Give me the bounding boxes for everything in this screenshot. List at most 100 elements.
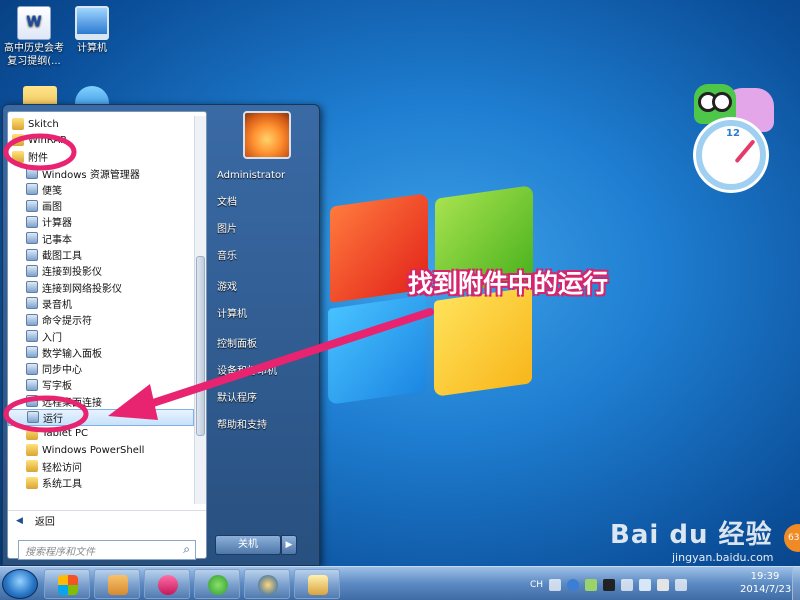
shutdown-options-button[interactable]: ▶ bbox=[281, 535, 297, 555]
program-item[interactable]: 记事本 bbox=[8, 230, 194, 246]
program-label: 运行 bbox=[43, 414, 63, 425]
start-menu-right-pane: Administrator 文档 图片 音乐 游戏 计算机 控制面板 设备和打印… bbox=[209, 105, 319, 565]
program-item[interactable]: 命令提示符 bbox=[8, 312, 194, 328]
program-icon bbox=[26, 297, 38, 310]
taskbar-button-contacts[interactable] bbox=[94, 569, 140, 599]
program-item[interactable]: 连接到投影仪 bbox=[8, 263, 194, 279]
menu-item-user[interactable]: Administrator bbox=[213, 165, 317, 187]
clock-gadget[interactable]: 12 bbox=[686, 84, 790, 190]
program-item[interactable]: Windows PowerShell bbox=[8, 442, 194, 458]
network-icon[interactable] bbox=[621, 579, 634, 591]
program-label: 连接到网络投影仪 bbox=[42, 283, 122, 295]
menu-item-documents[interactable]: 文档 bbox=[213, 192, 317, 214]
program-item[interactable]: 写字板 bbox=[8, 377, 194, 393]
folder-icon bbox=[26, 427, 38, 440]
menu-item-pictures[interactable]: 图片 bbox=[213, 219, 317, 241]
program-item[interactable]: 附件 bbox=[8, 149, 194, 165]
taskbar-button-ie[interactable] bbox=[194, 569, 240, 599]
show-desktop-button[interactable] bbox=[792, 567, 800, 600]
search-icon: ⌕ bbox=[183, 542, 190, 556]
program-item[interactable]: 连接到网络投影仪 bbox=[8, 279, 194, 295]
back-button[interactable]: ◀ 返回 bbox=[8, 510, 206, 530]
taskbar-button-explorer[interactable] bbox=[294, 569, 340, 599]
back-arrow-icon: ◀ bbox=[16, 515, 23, 526]
display-icon[interactable] bbox=[675, 579, 688, 591]
program-label: 入门 bbox=[42, 332, 62, 344]
windows-icon bbox=[58, 575, 78, 595]
volume-icon[interactable] bbox=[639, 579, 652, 591]
programs-scrollbar[interactable] bbox=[194, 116, 206, 504]
contacts-icon bbox=[108, 575, 128, 595]
program-item[interactable]: 入门 bbox=[8, 328, 194, 344]
menu-item-help-support[interactable]: 帮助和支持 bbox=[213, 415, 317, 437]
program-item[interactable]: 录音机 bbox=[8, 295, 194, 311]
program-item[interactable]: WinRAR bbox=[8, 132, 194, 148]
program-item[interactable]: 轻松访问 bbox=[8, 458, 194, 474]
menu-item-control-panel[interactable]: 控制面板 bbox=[213, 334, 317, 356]
program-label: 画图 bbox=[42, 202, 62, 214]
program-label: 附件 bbox=[28, 153, 48, 165]
security-icon[interactable] bbox=[585, 579, 598, 591]
taskbar-clock[interactable]: 19:39 2014/7/23 bbox=[740, 570, 791, 596]
taskbar-button-media-player[interactable] bbox=[244, 569, 290, 599]
menu-item-music[interactable]: 音乐 bbox=[213, 246, 317, 268]
clock-hand bbox=[734, 139, 756, 164]
desktop-icon-label: 计算机 bbox=[77, 43, 107, 54]
menu-item-games[interactable]: 游戏 bbox=[213, 277, 317, 299]
notification-badge: 63 bbox=[784, 524, 800, 552]
program-item[interactable]: 远程桌面连接 bbox=[8, 393, 194, 409]
help-icon[interactable] bbox=[567, 579, 580, 591]
program-icon bbox=[27, 411, 39, 424]
program-label: Skitch bbox=[28, 118, 59, 130]
program-label: 同步中心 bbox=[42, 365, 82, 377]
computer-icon bbox=[75, 6, 109, 40]
program-item[interactable]: Tablet PC bbox=[8, 426, 194, 442]
menu-item-default-programs[interactable]: 默认程序 bbox=[213, 388, 317, 410]
program-item[interactable]: 画图 bbox=[8, 197, 194, 213]
word-document-icon bbox=[17, 6, 51, 40]
clock-face: 12 bbox=[696, 120, 766, 190]
keyboard-icon[interactable] bbox=[549, 579, 562, 591]
taskbar-button-heart[interactable] bbox=[144, 569, 190, 599]
program-icon bbox=[26, 313, 38, 326]
program-label: 轻松访问 bbox=[42, 462, 82, 474]
watermark-url: jingyan.baidu.com bbox=[672, 551, 774, 564]
program-item[interactable]: 系统工具 bbox=[8, 475, 194, 491]
all-programs-list: Skitch WinRAR 附件 Windows 资源管理器 便笺画图 计算器 记事本 截图工… bbox=[8, 116, 194, 504]
program-item[interactable]: Windows 资源管理器 bbox=[8, 165, 194, 181]
program-icon bbox=[26, 378, 38, 391]
program-item[interactable]: 截图工具 bbox=[8, 246, 194, 262]
start-button[interactable] bbox=[2, 569, 38, 599]
program-label: 写字板 bbox=[42, 381, 72, 393]
scrollbar-thumb[interactable] bbox=[196, 256, 205, 436]
explorer-icon bbox=[308, 575, 328, 595]
heart-icon bbox=[158, 575, 178, 595]
program-label: 连接到投影仪 bbox=[42, 267, 102, 279]
desktop-icon-computer[interactable]: 计算机 bbox=[58, 6, 126, 55]
program-item[interactable]: 计算器 bbox=[8, 214, 194, 230]
program-icon bbox=[26, 330, 38, 342]
search-input[interactable]: 搜索程序和文件 ⌕ bbox=[18, 540, 196, 560]
program-label: 命令提示符 bbox=[42, 316, 92, 328]
program-label: 便笺 bbox=[42, 185, 62, 197]
clock-time: 19:39 bbox=[750, 571, 780, 582]
qq-icon[interactable] bbox=[603, 579, 616, 591]
language-indicator[interactable]: CH bbox=[530, 580, 543, 590]
menu-item-devices-printers[interactable]: 设备和打印机 bbox=[213, 361, 317, 383]
program-icon bbox=[26, 346, 38, 359]
program-item[interactable]: Skitch bbox=[8, 116, 194, 132]
shutdown-button[interactable]: 关机 bbox=[215, 535, 281, 555]
taskbar-button-windows[interactable] bbox=[44, 569, 90, 599]
program-item[interactable]: 便笺 bbox=[8, 181, 194, 197]
program-label: 系统工具 bbox=[42, 479, 82, 491]
user-avatar[interactable] bbox=[243, 111, 291, 159]
program-label: Windows 资源管理器 bbox=[42, 169, 140, 181]
program-item[interactable]: 运行 bbox=[8, 409, 194, 426]
program-label: 数学输入面板 bbox=[42, 348, 102, 360]
logo-yellow-pane bbox=[434, 287, 532, 397]
program-item[interactable]: 同步中心 bbox=[8, 360, 194, 376]
back-label: 返回 bbox=[34, 517, 55, 528]
flag-icon[interactable] bbox=[657, 579, 670, 591]
menu-item-computer[interactable]: 计算机 bbox=[213, 304, 317, 326]
program-item[interactable]: 数学输入面板 bbox=[8, 344, 194, 360]
